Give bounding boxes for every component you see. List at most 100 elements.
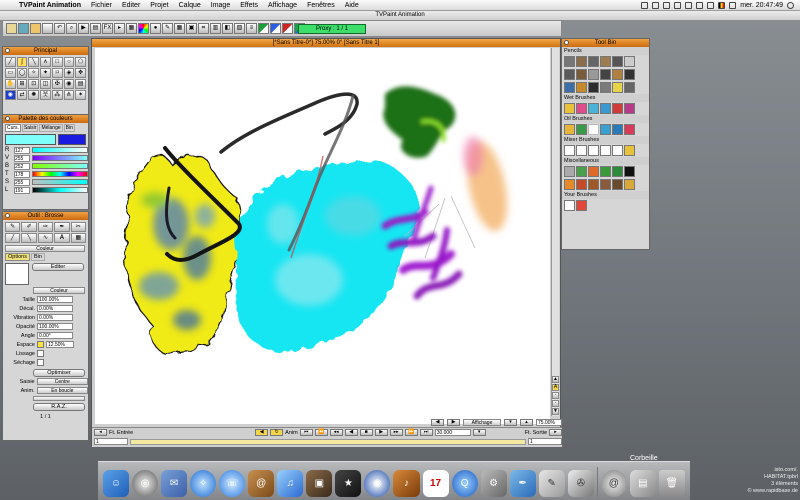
menu-calque[interactable]: Calque <box>174 2 206 9</box>
mixer-brush-3-icon[interactable] <box>588 145 599 156</box>
menu-app-name[interactable]: TVPaint Animation <box>14 2 86 9</box>
skeleton-icon[interactable]: ✶ <box>75 90 86 100</box>
rectangle-tool-icon[interactable]: □ <box>51 57 63 67</box>
luminance-value-field[interactable]: 191 <box>14 186 30 194</box>
crayon-brush-icon[interactable]: ╲ <box>21 233 37 243</box>
green-value-field[interactable]: 255 <box>14 154 30 162</box>
warp-tool-icon[interactable]: ⊞ <box>16 79 28 89</box>
iphoto-icon[interactable]: ▣ <box>306 470 333 497</box>
hue-value-field[interactable]: 178 <box>14 170 30 178</box>
blue-slider[interactable] <box>32 163 88 169</box>
misc-12-icon[interactable] <box>624 179 635 190</box>
secondary-color-swatch[interactable] <box>58 134 86 145</box>
volume-icon[interactable] <box>707 2 715 9</box>
play-icon[interactable]: ▶ <box>78 23 89 34</box>
freehand-line-icon[interactable]: ╱ <box>5 57 16 67</box>
step-forward-icon[interactable]: ▸▸ <box>389 429 403 436</box>
pencil-9-icon[interactable] <box>588 69 599 80</box>
pencil-14-icon[interactable] <box>576 82 587 93</box>
line-tool-icon[interactable]: ╲ <box>28 57 40 67</box>
status-icon-1[interactable] <box>641 2 649 9</box>
zoom-field[interactable]: 75.00% <box>536 418 562 426</box>
misc-2-icon[interactable] <box>576 166 587 177</box>
pen-app-icon[interactable]: ✒ <box>509 470 536 497</box>
saturation-slider[interactable] <box>32 179 88 185</box>
close-icon[interactable] <box>564 40 569 45</box>
knife-brush-icon[interactable]: ✂ <box>70 222 86 232</box>
pencil-15-icon[interactable] <box>588 82 599 93</box>
polygon-tool-icon[interactable]: ⬠ <box>75 57 86 67</box>
edit-brush-button[interactable]: Editer <box>32 263 84 271</box>
go-start-icon[interactable]: ⏮ <box>299 429 313 436</box>
timeline-track[interactable] <box>130 438 526 445</box>
brush-tool-icon[interactable]: ∫ <box>16 57 28 67</box>
scroll-marker-icon[interactable]: A <box>552 384 559 391</box>
brush-options-icon[interactable]: ≡ <box>246 23 257 34</box>
misc-11-icon[interactable] <box>612 179 623 190</box>
desktop-file-name[interactable]: HABITAT.tpbrl <box>670 474 798 481</box>
flag-icon[interactable] <box>718 2 726 9</box>
tab-curseurs[interactable]: Curs. <box>5 124 21 132</box>
wet-brush-6-icon[interactable] <box>624 103 635 114</box>
status-icon-3[interactable] <box>663 2 671 9</box>
wet-brush-3-icon[interactable] <box>588 103 599 114</box>
pencil-10-icon[interactable] <box>600 69 611 80</box>
green-mode-icon[interactable] <box>258 23 269 34</box>
frame-out-field[interactable]: 1 <box>528 438 562 445</box>
finder-icon[interactable]: ☺ <box>103 470 130 497</box>
smudge-brush-icon[interactable]: ∿ <box>37 233 54 243</box>
loop-toggle-icon[interactable]: ◀ <box>255 429 269 436</box>
espace-checkbox[interactable] <box>37 341 44 348</box>
pencil-13-icon[interactable] <box>564 82 575 93</box>
pencil-6-icon[interactable] <box>624 56 635 67</box>
wet-brush-2-icon[interactable] <box>576 103 587 114</box>
layers-icon[interactable]: ▦ <box>126 23 137 34</box>
frame-in-field[interactable]: 1 <box>94 438 128 445</box>
lasso-select-icon[interactable]: ✧ <box>28 68 40 78</box>
menu-projet[interactable]: Projet <box>145 2 173 9</box>
misc-5-icon[interactable] <box>612 166 623 177</box>
play-backward-icon[interactable]: ◀ <box>344 429 358 436</box>
hierarchy-icon[interactable]: ⋔ <box>63 90 75 100</box>
display-mode-dropdown[interactable]: Affichage <box>463 418 501 426</box>
right-arrow-icon[interactable]: ▶ <box>447 418 460 426</box>
imovie-icon[interactable]: ★ <box>335 470 362 497</box>
play-forward-icon[interactable]: ▶ <box>374 429 388 436</box>
pencil-8-icon[interactable] <box>576 69 587 80</box>
swap-colors-icon[interactable]: ⇄ <box>16 90 28 100</box>
status-icon-4[interactable] <box>674 2 682 9</box>
ical-icon[interactable]: 17 <box>422 470 449 497</box>
misc-6-icon[interactable] <box>624 166 635 177</box>
mail-icon[interactable]: ✉ <box>161 470 188 497</box>
fps-dropdown-icon[interactable]: ▾ <box>472 429 486 436</box>
color-wheel-icon[interactable] <box>138 23 149 34</box>
anim-dropdown[interactable]: En boucle <box>36 387 88 394</box>
brush-app-icon[interactable]: ✎ <box>538 470 565 497</box>
brush-mode-dropdown[interactable]: Couleur <box>5 245 85 252</box>
misc-4-icon[interactable] <box>600 166 611 177</box>
color-select-icon[interactable]: ◉ <box>5 90 16 100</box>
undo-icon[interactable]: ↶ <box>54 23 65 34</box>
clip-icon[interactable]: ▤ <box>90 23 101 34</box>
crop-select-icon[interactable]: ⌑ <box>51 68 63 78</box>
wet-brush-5-icon[interactable] <box>612 103 623 114</box>
address-book-icon[interactable]: @ <box>248 470 275 497</box>
status-icon-6[interactable] <box>696 2 704 9</box>
person-icon[interactable]: 웃 <box>40 90 51 100</box>
oil-brush-6-icon[interactable] <box>624 124 635 135</box>
green-slider[interactable] <box>32 155 88 161</box>
save-icon[interactable] <box>30 23 41 34</box>
sechage-checkbox[interactable] <box>37 359 44 366</box>
tab-bin[interactable]: Bin <box>30 253 45 261</box>
tvpaint-dock-icon[interactable]: ✇ <box>567 470 594 497</box>
preferences-icon[interactable]: ⚙ <box>480 470 507 497</box>
hand-tool-icon[interactable]: ✋ <box>5 79 16 89</box>
saisie-dropdown[interactable]: Centre <box>36 378 88 385</box>
idvd-icon[interactable]: ◉ <box>364 470 391 497</box>
red-value-field[interactable]: 127 <box>14 146 30 154</box>
misc-9-icon[interactable] <box>588 179 599 190</box>
pencil-3-icon[interactable] <box>588 56 599 67</box>
garageband-icon[interactable]: ♪ <box>393 470 420 497</box>
angle-field[interactable]: 0.00° <box>37 332 73 339</box>
fx-icon[interactable]: FX <box>102 23 113 34</box>
